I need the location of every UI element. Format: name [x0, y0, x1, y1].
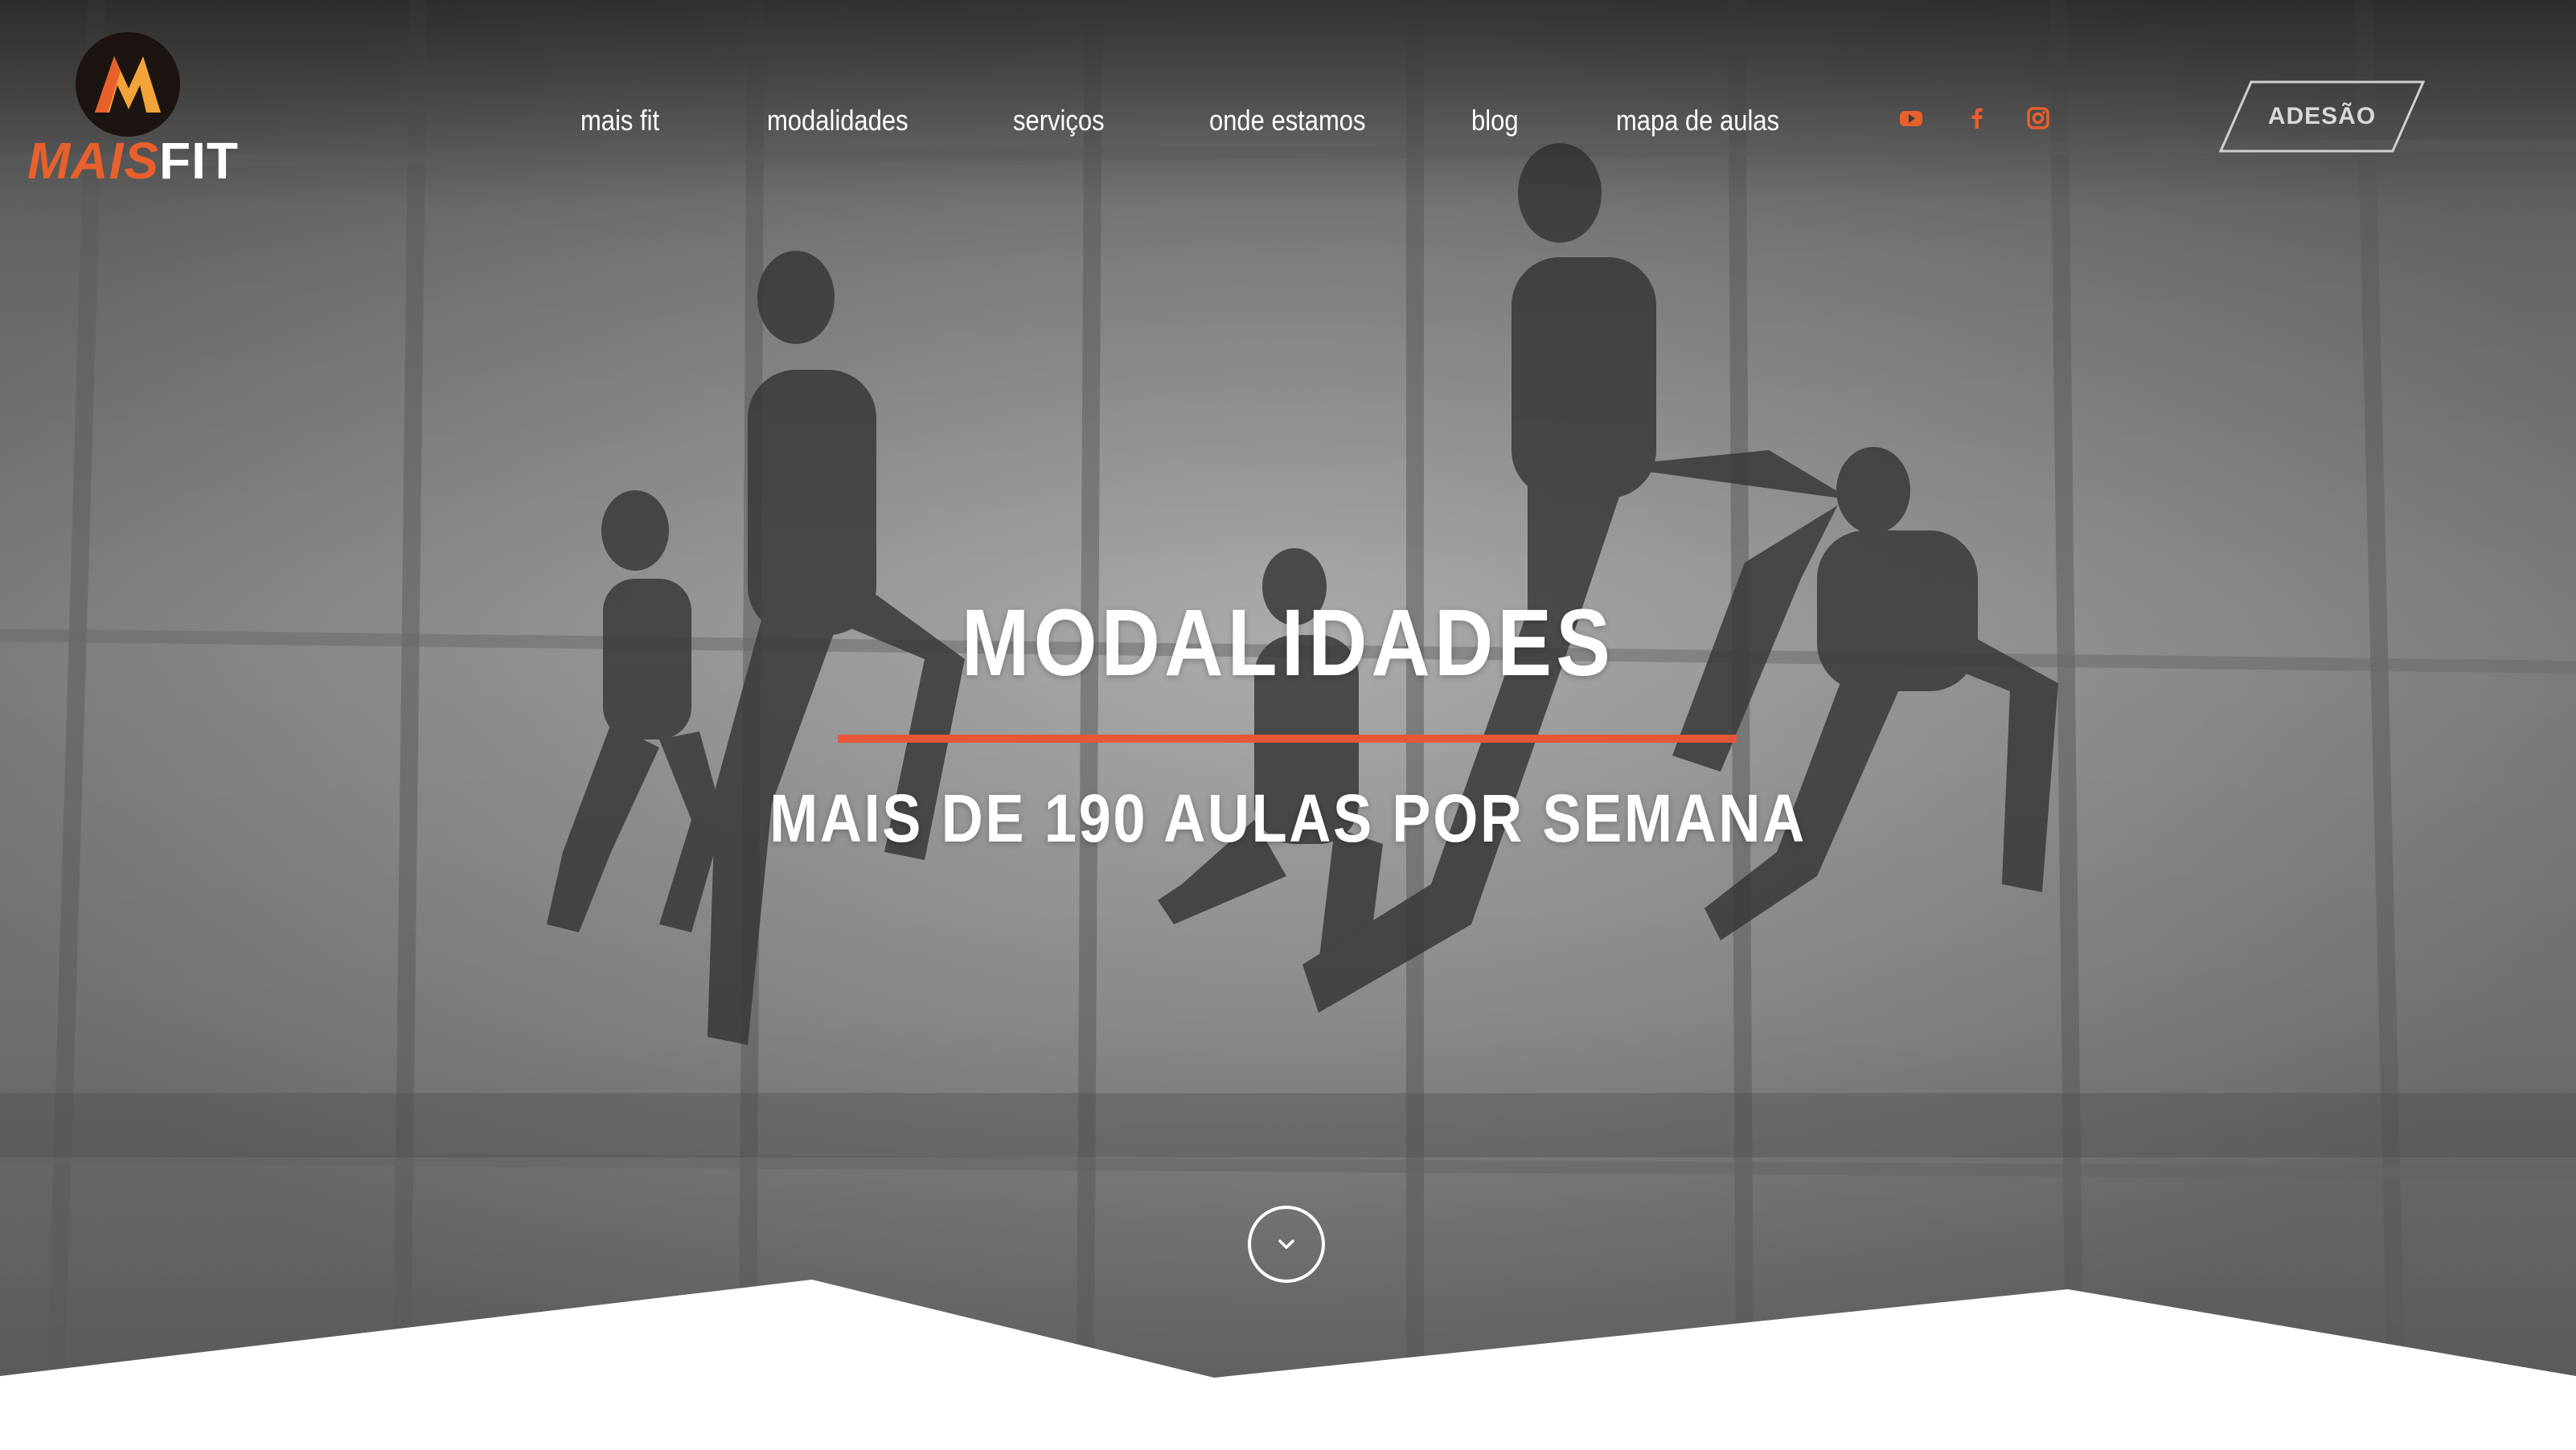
logo-text-mais: MAIS [27, 132, 159, 190]
hero-subtitle: MAIS DE 190 AULAS POR SEMANA [769, 780, 1807, 856]
logo-wordmark: MAISFIT [27, 135, 239, 186]
logo-mark [76, 32, 180, 137]
nav-item-modalidades[interactable]: modalidades [767, 103, 909, 138]
hero-title: MODALIDADES [961, 590, 1615, 696]
nav-item-servicos[interactable]: serviços [1013, 103, 1105, 138]
nav-item-mais-fit[interactable]: mais fit [580, 103, 659, 138]
adesao-button[interactable]: ADESÃO [2219, 80, 2425, 153]
title-divider [838, 735, 1737, 743]
youtube-icon[interactable] [1899, 106, 1923, 130]
nav-item-onde-estamos[interactable]: onde estamos [1209, 103, 1365, 138]
nav-item-blog[interactable]: blog [1471, 103, 1519, 138]
chevron-down-icon [1278, 1239, 1294, 1249]
scroll-down-button[interactable] [1248, 1206, 1325, 1283]
facebook-icon[interactable] [1965, 106, 1989, 130]
logo-text-fit: FIT [159, 132, 239, 190]
brand-logo[interactable]: MAISFIT [27, 32, 238, 193]
nav-item-mapa-de-aulas[interactable]: mapa de aulas [1616, 103, 1779, 138]
logo-m-icon [76, 33, 179, 136]
instagram-icon[interactable] [2026, 106, 2050, 130]
page: MAISFIT mais fit modalidades serviços on… [0, 0, 2576, 1450]
adesao-label: ADESÃO [2267, 103, 2377, 129]
